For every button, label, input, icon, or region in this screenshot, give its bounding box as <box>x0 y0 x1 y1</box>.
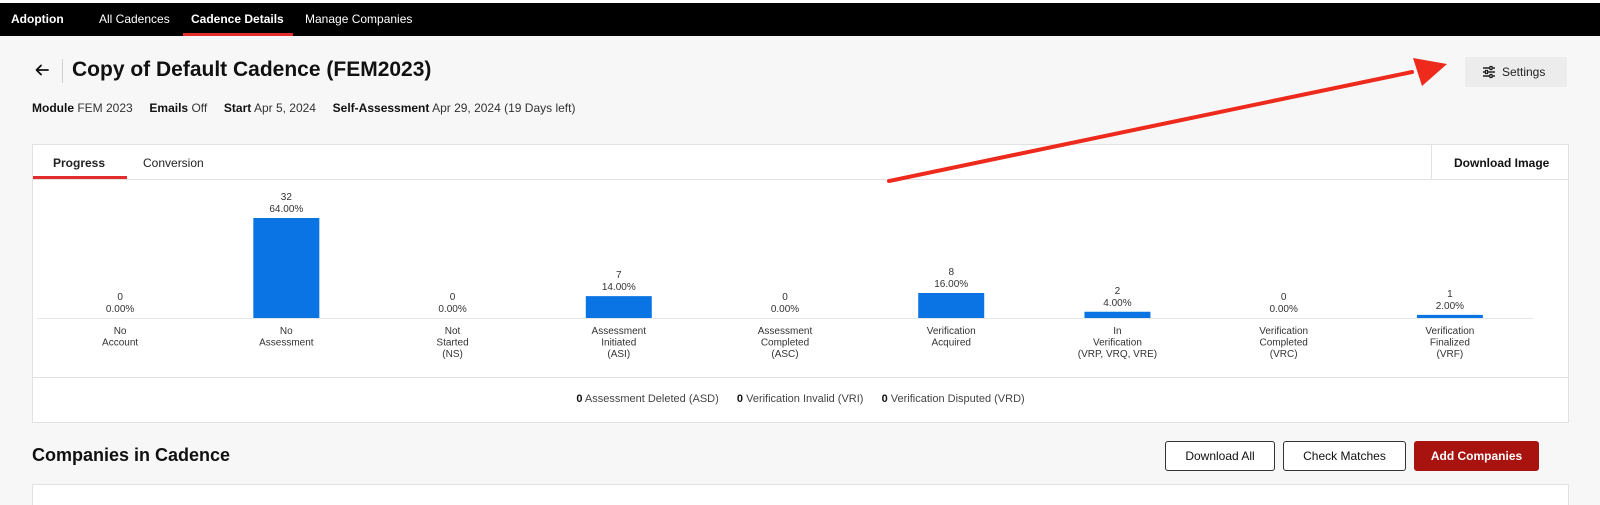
progress-chart: 0 0.00% No Account 32 64.00% No Assessment 0 0.00… <box>33 180 1568 377</box>
category-label-3-0: Assessment <box>592 326 647 337</box>
bar-value-label-1: 32 <box>281 192 293 203</box>
start-label: Start <box>223 101 252 115</box>
extra-status-counts: 0 Assessment Deleted (ASD) 0 Verificatio… <box>33 377 1568 422</box>
bar-value-label-7: 0 <box>1281 292 1287 303</box>
category-label-1-0: No <box>280 326 293 337</box>
invalid-label: Verification Invalid (VRI) <box>746 393 864 405</box>
bar-percent-label-6: 4.00% <box>1103 298 1131 309</box>
invalid-count: 0 <box>736 393 744 405</box>
category-label-1-1: Assessment <box>259 338 314 349</box>
disputed-label: Verification Disputed (VRD) <box>890 393 1025 405</box>
tab-all-cadences[interactable]: All Cadences <box>99 12 170 26</box>
chart-tabs: Progress Conversion Download Image <box>33 145 1568 180</box>
bar-percent-label-1: 64.00% <box>269 204 303 215</box>
title-divider <box>62 59 63 83</box>
category-label-0-1: Account <box>102 338 138 349</box>
self-assessment-value: Apr 29, 2024 (19 Days left) <box>432 101 576 115</box>
bar-1 <box>253 218 320 318</box>
download-image-label: Download Image <box>1454 156 1550 170</box>
progress-bar-chart: 00.00%NoAccount3264.00%NoAssessment00.00… <box>37 192 1533 360</box>
bar-percent-label-8: 2.00% <box>1436 301 1464 312</box>
bar-value-label-0: 0 <box>117 292 123 303</box>
download-image-button[interactable]: Download Image <box>1431 145 1568 180</box>
category-label-2-2: (NS) <box>442 349 463 360</box>
settings-button[interactable]: Settings <box>1465 57 1567 87</box>
top-nav-bar: Adoption All Cadences Cadence Details Ma… <box>0 3 1600 36</box>
category-label-0-0: No <box>114 326 127 337</box>
start-value: Apr 5, 2024 <box>253 101 316 115</box>
category-label-8-2: (VRF) <box>1437 349 1464 360</box>
category-label-3-2: (ASI) <box>607 349 630 360</box>
progress-card: Progress Conversion Download Image 0 0.00… <box>32 144 1569 423</box>
category-label-7-1: Completed <box>1259 338 1307 349</box>
progress-tab-indicator <box>33 176 127 179</box>
deleted-count: 0 <box>576 393 583 405</box>
bar-percent-label-3: 14.00% <box>602 282 636 293</box>
bar-value-label-4: 0 <box>782 292 788 303</box>
bar-5 <box>918 293 985 318</box>
add-companies-button[interactable]: Add Companies <box>1414 441 1539 471</box>
bar-percent-label-0: 0.00% <box>106 304 134 315</box>
module-label: Module <box>32 101 74 115</box>
check-matches-button[interactable]: Check Matches <box>1283 441 1406 471</box>
category-label-2-1: Started <box>436 338 468 349</box>
bar-value-label-2: 0 <box>450 292 456 303</box>
emails-value: Off <box>191 101 208 115</box>
tab-conversion[interactable]: Conversion <box>143 156 204 170</box>
tab-manage-companies[interactable]: Manage Companies <box>305 12 412 26</box>
cadence-meta: Module FEM 2023 Emails Off Start Apr 5, … <box>32 101 575 115</box>
sliders-icon <box>1483 65 1495 79</box>
category-label-6-2: (VRP, VRQ, VRE) <box>1078 349 1157 360</box>
settings-label: Settings <box>1502 65 1546 79</box>
bar-6 <box>1084 311 1151 318</box>
emails-label: Emails <box>149 101 189 115</box>
bar-value-label-5: 8 <box>948 267 954 278</box>
bar-value-label-6: 2 <box>1115 286 1121 297</box>
category-label-8-0: Verification <box>1425 326 1474 337</box>
bar-value-label-3: 7 <box>616 270 622 281</box>
page-title: Copy of Default Cadence (FEM2023) <box>72 58 432 81</box>
category-label-7-2: (VRC) <box>1270 349 1298 360</box>
module-value: FEM 2023 <box>77 101 133 115</box>
bar-value-label-8: 1 <box>1447 289 1453 300</box>
category-label-4-2: (ASC) <box>771 349 798 360</box>
deleted-label: Assessment Deleted (ASD) <box>584 393 719 405</box>
bar-percent-label-4: 0.00% <box>771 304 799 315</box>
companies-table <box>32 484 1569 505</box>
app-brand: Adoption <box>11 12 64 26</box>
bar-percent-label-2: 0.00% <box>438 304 466 315</box>
download-all-button[interactable]: Download All <box>1165 441 1275 471</box>
category-label-8-1: Finalized <box>1430 338 1470 349</box>
bar-3 <box>585 296 652 318</box>
bar-percent-label-7: 0.00% <box>1269 304 1297 315</box>
tab-progress[interactable]: Progress <box>53 156 105 170</box>
category-label-2-0: Not <box>445 326 461 337</box>
self-assessment-label: Self-Assessment <box>332 101 430 115</box>
category-label-5-1: Acquired <box>931 338 970 349</box>
companies-section-title: Companies in Cadence <box>32 445 231 465</box>
category-label-5-0: Verification <box>927 326 976 337</box>
category-label-3-1: Initiated <box>601 338 636 349</box>
bar-percent-label-5: 16.00% <box>934 279 968 290</box>
disputed-count: 0 <box>881 393 888 405</box>
category-label-7-0: Verification <box>1259 326 1308 337</box>
back-arrow-icon[interactable] <box>34 62 50 78</box>
category-label-4-1: Completed <box>761 338 809 349</box>
category-label-6-0: In <box>1113 326 1121 337</box>
category-label-6-1: Verification <box>1093 338 1142 349</box>
tab-cadence-details[interactable]: Cadence Details <box>191 12 284 26</box>
category-label-4-0: Assessment <box>758 326 813 337</box>
bar-8 <box>1416 314 1483 318</box>
